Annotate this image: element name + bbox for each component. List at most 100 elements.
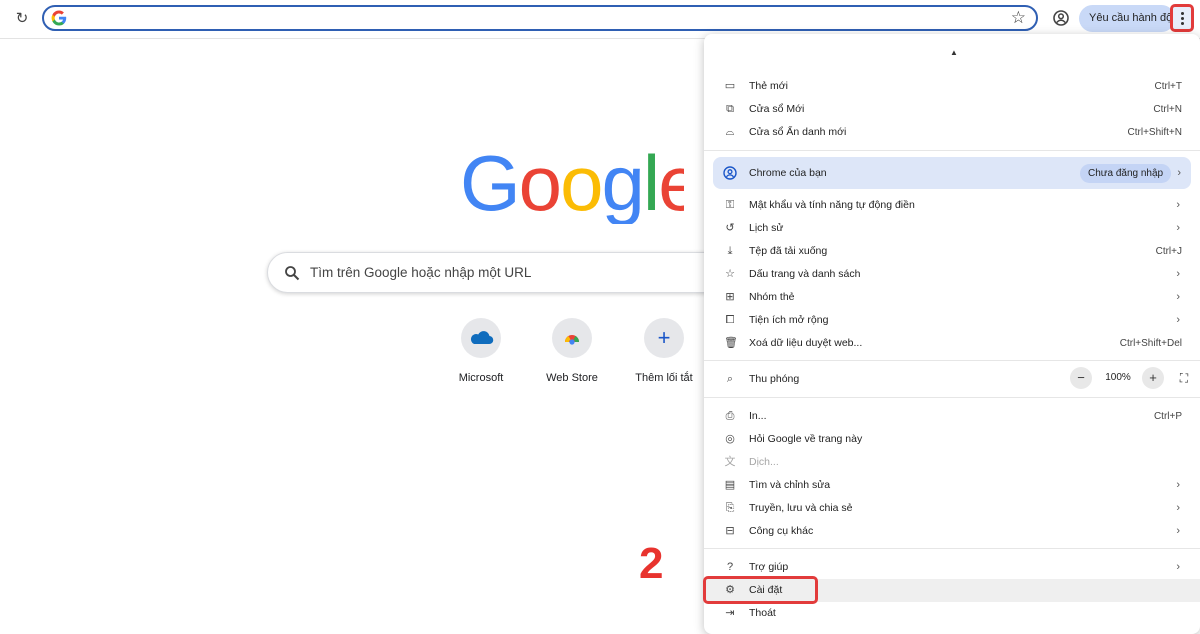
- menu-item-passwords[interactable]: ⚿ Mật khẩu và tính năng tự động điền ›: [704, 194, 1200, 217]
- zoom-in-button[interactable]: +: [1142, 367, 1164, 389]
- trash-icon: 🗑: [724, 337, 738, 349]
- menu-item-ask-google[interactable]: ◎ Hỏi Google về trang này: [704, 428, 1200, 451]
- ntp-search-box[interactable]: Tìm trên Google hoặc nhập một URL: [267, 252, 727, 293]
- menu-item-bookmarks[interactable]: ☆ Dấu trang và danh sách ›: [704, 263, 1200, 286]
- add-shortcut-button[interactable]: + Thêm lối tắt: [622, 318, 706, 388]
- action-chip[interactable]: Yêu cầu hành động: [1079, 5, 1175, 32]
- bookmark-star-icon[interactable]: ☆: [1011, 8, 1026, 28]
- menu-item-shortcut: Ctrl+Shift+Del: [1119, 338, 1182, 349]
- kebab-dot-icon: [1181, 22, 1184, 25]
- star-icon: ☆: [725, 268, 735, 280]
- menu-item-label: Mật khẩu và tính năng tự động điền: [749, 199, 915, 211]
- menu-item-label: Tiện ích mở rộng: [749, 314, 829, 326]
- kebab-dot-icon: [1181, 17, 1184, 20]
- signin-status-badge[interactable]: Chưa đăng nhập: [1080, 164, 1172, 183]
- menu-item-exit[interactable]: ⇥ Thoát: [704, 602, 1200, 625]
- chevron-right-icon: ›: [1176, 525, 1180, 537]
- tab-groups-icon: ⊞: [725, 291, 735, 303]
- find-icon: ▤: [724, 479, 736, 491]
- menu-item-label: Dịch...: [749, 456, 779, 468]
- menu-item-label: Thu phóng: [749, 373, 800, 385]
- new-window-icon: ⧉: [726, 103, 734, 115]
- menu-item-shortcut: Ctrl+Shift+N: [1127, 127, 1182, 138]
- address-bar[interactable]: ☆: [42, 5, 1038, 31]
- zoom-out-button[interactable]: −: [1070, 367, 1092, 389]
- menu-item-label: Truyền, lưu và chia sẻ: [749, 502, 853, 514]
- menu-item-label: Dấu trang và danh sách: [749, 268, 861, 280]
- reload-icon[interactable]: ↻: [13, 10, 31, 28]
- chevron-right-icon: ›: [1176, 479, 1180, 491]
- chrome-menu: ▲ ▭ Thẻ mới Ctrl+T ⧉ Cửa sổ Mới Ctrl+N ⌓…: [703, 34, 1200, 634]
- help-icon: ?: [726, 561, 734, 573]
- fullscreen-icon[interactable]: ⛶: [1173, 367, 1195, 389]
- menu-divider: [704, 360, 1200, 361]
- shortcut-microsoft[interactable]: Microsoft: [439, 318, 523, 388]
- menu-item-translate[interactable]: 文 Dịch...: [704, 451, 1200, 474]
- menu-item-label: Cửa sổ Mới: [749, 103, 805, 115]
- shortcut-label: Web Store: [546, 372, 598, 384]
- new-tab-icon: ▭: [724, 80, 736, 92]
- menu-item-label: Lịch sử: [749, 222, 784, 234]
- plus-icon: +: [644, 318, 684, 358]
- chevron-right-icon: ›: [1176, 502, 1180, 514]
- menu-item-label: Chrome của bạn: [749, 167, 827, 179]
- menu-item-incognito[interactable]: ⌓ Cửa sổ Ẩn danh mới Ctrl+Shift+N: [704, 121, 1200, 144]
- menu-item-label: Thẻ mới: [749, 80, 788, 92]
- onedrive-cloud-icon: [461, 318, 501, 358]
- menu-divider: [704, 150, 1200, 151]
- shortcut-web-store[interactable]: Web Store: [530, 318, 614, 388]
- chevron-right-icon: ›: [1176, 561, 1180, 573]
- zoom-icon: ⌕: [726, 373, 734, 385]
- search-placeholder: Tìm trên Google hoặc nhập một URL: [310, 265, 532, 280]
- menu-item-zoom: ⌕ Thu phóng − 100% + ⛶: [704, 367, 1200, 392]
- svg-text:Google: Google: [460, 140, 684, 224]
- chevron-right-icon: ›: [1177, 167, 1181, 179]
- search-icon: [285, 266, 300, 281]
- menu-item-extensions[interactable]: ⧠ Tiện ích mở rộng ›: [704, 309, 1200, 332]
- menu-item-tab-groups[interactable]: ⊞ Nhóm thẻ ›: [704, 286, 1200, 309]
- kebab-dot-icon: [1181, 12, 1184, 15]
- menu-item-chrome-profile[interactable]: Chrome của bạn Chưa đăng nhập ›: [713, 157, 1191, 189]
- menu-item-shortcut: Ctrl+P: [1153, 411, 1182, 422]
- menu-item-cast-save-share[interactable]: ⎘ Truyền, lưu và chia sẻ ›: [704, 497, 1200, 520]
- google-g-icon: [51, 10, 67, 26]
- zoom-level: 100%: [1105, 372, 1131, 383]
- menu-item-label: In...: [749, 410, 767, 422]
- cast-icon: ⎘: [725, 502, 735, 514]
- menu-item-new-window[interactable]: ⧉ Cửa sổ Mới Ctrl+N: [704, 98, 1200, 121]
- menu-item-new-tab[interactable]: ▭ Thẻ mới Ctrl+T: [704, 75, 1200, 98]
- menu-divider: [704, 548, 1200, 549]
- menu-item-find-edit[interactable]: ▤ Tìm và chỉnh sửa ›: [704, 474, 1200, 497]
- menu-item-clear-data[interactable]: 🗑 Xoá dữ liệu duyệt web... Ctrl+Shift+De…: [704, 332, 1200, 355]
- chevron-right-icon: ›: [1176, 222, 1180, 234]
- chevron-right-icon: ›: [1176, 291, 1180, 303]
- key-icon: ⚿: [725, 199, 735, 211]
- chrome-menu-button[interactable]: [1170, 4, 1194, 32]
- chevron-right-icon: ›: [1176, 314, 1180, 326]
- menu-item-label: Xoá dữ liệu duyệt web...: [749, 337, 863, 349]
- profile-icon[interactable]: [1051, 8, 1071, 28]
- translate-icon: 文: [724, 456, 736, 468]
- zoom-controls: − 100% + ⛶: [1070, 367, 1190, 392]
- account-circle-icon: [723, 166, 737, 180]
- menu-item-downloads[interactable]: ⤓ Tệp đã tải xuống Ctrl+J: [704, 240, 1200, 263]
- menu-item-shortcut: Ctrl+T: [1154, 81, 1183, 92]
- menu-item-label: Tìm và chỉnh sửa: [749, 479, 831, 491]
- menu-item-label: Công cụ khác: [749, 525, 814, 537]
- menu-item-more-tools[interactable]: ⊟ Công cụ khác ›: [704, 520, 1200, 543]
- shortcut-label: Microsoft: [458, 372, 504, 384]
- incognito-icon: ⌓: [725, 126, 735, 138]
- toolbox-icon: ⊟: [725, 525, 735, 537]
- history-icon: ↺: [725, 222, 735, 234]
- menu-item-shortcut: Ctrl+J: [1155, 246, 1182, 257]
- google-lens-icon: ◎: [725, 433, 735, 445]
- menu-item-print[interactable]: ⎙ In... Ctrl+P: [704, 405, 1200, 428]
- menu-item-label: Cửa sổ Ẩn danh mới: [749, 126, 847, 138]
- menu-item-label: Hỏi Google về trang này: [749, 433, 863, 445]
- menu-item-shortcut: Ctrl+N: [1153, 104, 1182, 115]
- shortcut-label: Thêm lối tắt: [635, 372, 693, 384]
- menu-item-label: Thoát: [749, 607, 776, 619]
- menu-item-label: Tệp đã tải xuống: [749, 245, 828, 257]
- menu-item-history[interactable]: ↺ Lịch sử ›: [704, 217, 1200, 240]
- menu-caret-icon: ▲: [950, 48, 958, 57]
